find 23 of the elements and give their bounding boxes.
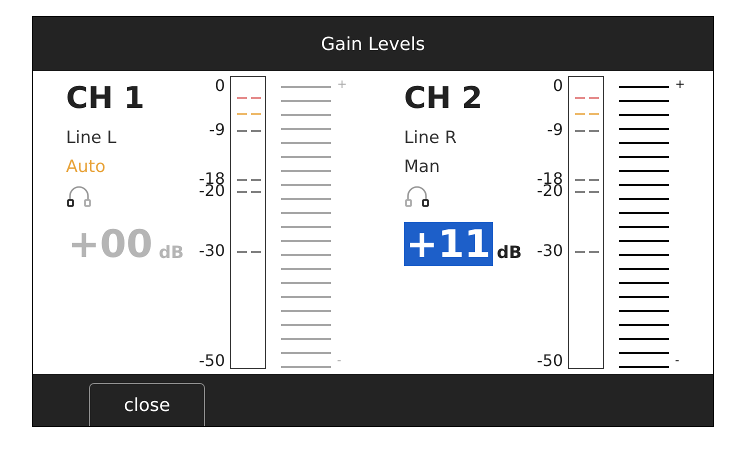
scale-label: 0 [552, 77, 563, 95]
plus-label: + [675, 77, 686, 91]
scale-label: -9 [547, 121, 563, 139]
window-title: Gain Levels [320, 32, 425, 56]
scale-label: -50 [536, 352, 563, 370]
scale-label: -30 [198, 242, 225, 260]
close-button[interactable]: close [89, 383, 205, 426]
minus-label: - [337, 353, 342, 367]
channel-name: CH 1 [66, 81, 144, 117]
gain-value[interactable]: +11 [404, 222, 493, 266]
scale-label: -30 [536, 242, 563, 260]
scale-label: -50 [198, 352, 225, 370]
input-label: Line L [66, 127, 116, 149]
gain-unit: dB [158, 242, 184, 264]
input-label: Line R [404, 127, 457, 149]
plus-label: + [337, 77, 348, 91]
minus-label: - [675, 353, 680, 367]
scale-label: 0 [214, 77, 225, 95]
gain-unit: dB [496, 242, 522, 264]
channel-name: CH 2 [404, 81, 482, 117]
scale-label: -9 [209, 121, 225, 139]
gain-mode: Auto [66, 156, 106, 178]
gain-mode: Man [404, 156, 440, 178]
